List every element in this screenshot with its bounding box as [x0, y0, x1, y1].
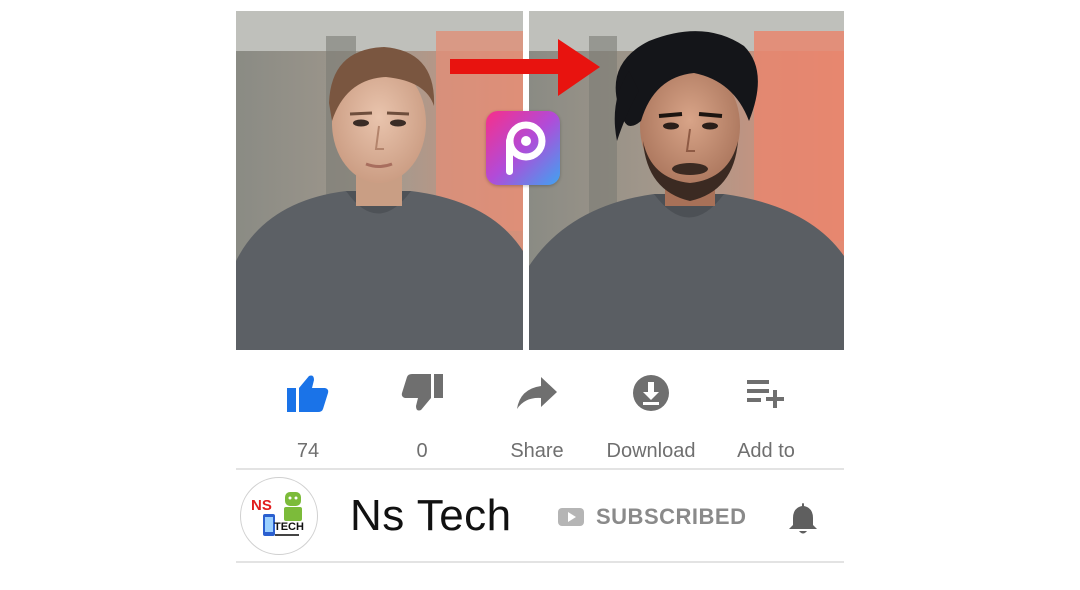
divider [236, 561, 844, 563]
comparison-arrow-icon [450, 39, 600, 96]
playlist-add-icon [747, 380, 784, 408]
ns-tech-logo: NS TECH [242, 479, 316, 553]
like-button[interactable]: 74 [253, 370, 363, 463]
avatar-text-top: NS [251, 497, 272, 514]
add-to-label: Add to [737, 440, 795, 462]
share-arrow-icon [517, 377, 557, 409]
bell-icon[interactable] [788, 501, 818, 535]
like-count: 74 [296, 440, 320, 462]
video-frame: 74 0 Share Download Add to NS TECH Ns Te… [236, 11, 844, 590]
subscribed-label: SUBSCRIBED [596, 504, 747, 529]
avatar-text-bottom: TECH [274, 521, 304, 533]
video-action-bar: 74 0 Share Download Add to [236, 350, 844, 468]
share-button[interactable]: Share [482, 370, 592, 463]
dislike-count: 0 [416, 440, 428, 462]
download-icon [633, 375, 669, 411]
divider [236, 468, 844, 470]
channel-row: NS TECH Ns Tech SUBSCRIBED [236, 471, 844, 561]
download-label: Download [606, 440, 696, 462]
channel-avatar[interactable]: NS TECH [240, 477, 318, 555]
thumbs-down-icon [401, 374, 443, 411]
subscribed-button[interactable]: SUBSCRIBED [558, 504, 746, 530]
share-label: Share [510, 440, 564, 462]
thumbs-up-icon [287, 375, 329, 412]
channel-name[interactable]: Ns Tech [350, 491, 512, 541]
download-button[interactable]: Download [596, 370, 706, 463]
picsart-logo-icon [486, 111, 560, 185]
youtube-play-icon [558, 508, 584, 526]
add-to-button[interactable]: Add to [711, 370, 821, 463]
dislike-button[interactable]: 0 [367, 370, 477, 463]
